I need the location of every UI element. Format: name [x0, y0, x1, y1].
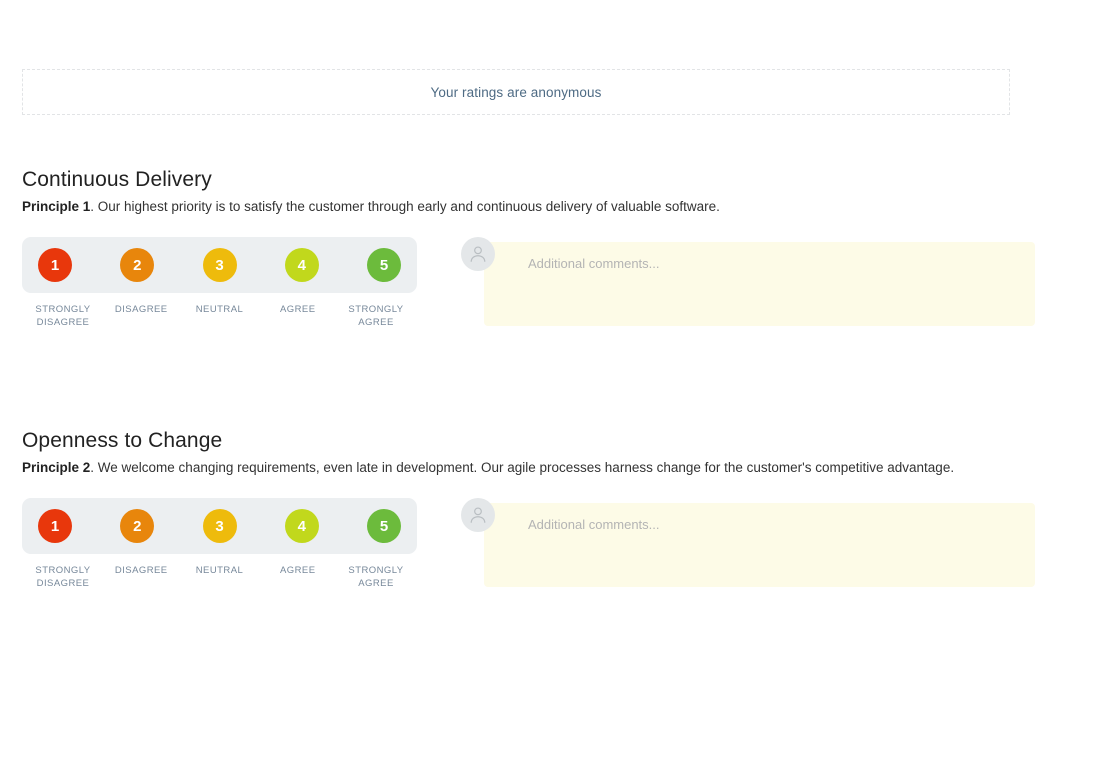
rating-option-1-3[interactable]: 3	[202, 248, 237, 283]
rating-label-1-2: DISAGREE	[114, 304, 168, 316]
rating-row-1: 1 2 3 4 5 STRONGLY DISAGREE DISAGREE NEU…	[22, 237, 1082, 333]
rating-label-2-3: NEUTRAL	[195, 565, 244, 577]
rating-option-1-5[interactable]: 5	[367, 248, 401, 283]
rating-scale-labels-2: STRONGLY DISAGREE DISAGREE NEUTRAL AGREE…	[22, 564, 417, 590]
comment-input-2[interactable]	[484, 503, 1035, 588]
rating-label-1-4: AGREE	[279, 304, 316, 316]
rating-option-1-1[interactable]: 1	[38, 248, 72, 283]
rating-label-1-1: STRONGLY DISAGREE	[35, 304, 91, 329]
rating-scale-track-2: 1 2 3 4 5	[22, 498, 417, 555]
person-avatar-icon	[461, 237, 495, 272]
principle-text-1: . Our highest priority is to satisfy the…	[90, 199, 720, 214]
rating-option-2-2[interactable]: 2	[120, 509, 155, 544]
rating-label-1-5: STRONGLY AGREE	[348, 304, 404, 329]
person-avatar-icon	[461, 498, 495, 533]
anonymous-notice-text: Your ratings are anonymous	[430, 84, 602, 100]
rating-option-2-4[interactable]: 4	[284, 509, 319, 544]
rating-label-2-5: STRONGLY AGREE	[348, 565, 404, 590]
principle-text-2: . We welcome changing requirements, even…	[90, 460, 955, 475]
rating-scale-1: 1 2 3 4 5 STRONGLY DISAGREE DISAGREE NEU…	[22, 237, 417, 329]
rating-row-2: 1 2 3 4 5 STRONGLY DISAGREE DISAGREE NEU…	[22, 498, 1082, 594]
anonymous-notice-banner: Your ratings are anonymous	[22, 69, 1010, 115]
question-title-1: Continuous Delivery	[22, 168, 212, 191]
question-principle-2: Principle 2. We welcome changing require…	[22, 459, 1082, 477]
rating-scale-track-1: 1 2 3 4 5	[22, 237, 417, 294]
rating-scale-labels-1: STRONGLY DISAGREE DISAGREE NEUTRAL AGREE…	[22, 303, 417, 329]
rating-option-2-1[interactable]: 1	[38, 509, 72, 544]
rating-label-1-3: NEUTRAL	[195, 304, 244, 316]
rating-option-1-2[interactable]: 2	[120, 248, 155, 283]
rating-label-2-2: DISAGREE	[114, 565, 168, 577]
rating-label-2-1: STRONGLY DISAGREE	[35, 565, 91, 590]
rating-scale-2: 1 2 3 4 5 STRONGLY DISAGREE DISAGREE NEU…	[22, 498, 417, 590]
question-block-2: Openness to Change Principle 2. We welco…	[22, 429, 1082, 594]
rating-label-2-4: AGREE	[279, 565, 316, 577]
rating-option-1-4[interactable]: 4	[284, 248, 319, 283]
principle-label-1: Principle 1	[22, 199, 91, 214]
comment-input-1[interactable]	[484, 242, 1035, 327]
rating-option-2-5[interactable]: 5	[367, 509, 401, 544]
question-title-2: Openness to Change	[22, 429, 223, 452]
question-block-1: Continuous Delivery Principle 1. Our hig…	[22, 168, 1082, 333]
question-principle-1: Principle 1. Our highest priority is to …	[22, 198, 1082, 216]
rating-option-2-3[interactable]: 3	[202, 509, 237, 544]
principle-label-2: Principle 2	[22, 460, 91, 475]
survey-page: Your ratings are anonymous Continuous De…	[0, 0, 1098, 762]
